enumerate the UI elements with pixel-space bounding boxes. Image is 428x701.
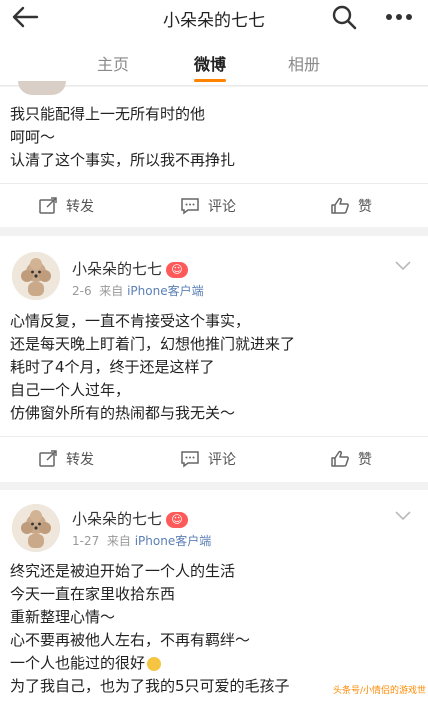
top-bar: 小朵朵的七七: [0, 0, 428, 36]
comment-icon: [181, 451, 199, 468]
thumbs-up-icon: [331, 450, 349, 467]
vip-badge-icon: ☺: [166, 511, 189, 528]
avatar[interactable]: [12, 252, 60, 300]
source-link[interactable]: iPhone客户端: [135, 534, 212, 548]
tab-album[interactable]: 相册: [288, 51, 320, 75]
source-link[interactable]: iPhone客户端: [127, 284, 204, 298]
post-card[interactable]: 我只能配得上一无所有时的他 呵呵～ 认清了这个事实，所以我不再挣扎 转发 评论 …: [0, 81, 428, 227]
like-button[interactable]: 赞: [330, 437, 372, 481]
repost-button[interactable]: 转发: [38, 437, 94, 481]
username[interactable]: 小朵朵的七七 ☺: [72, 258, 189, 279]
tab-home[interactable]: 主页: [97, 51, 129, 75]
more-icon[interactable]: [384, 6, 414, 28]
tab-weibo[interactable]: 微博: [194, 51, 226, 75]
poodle-avatar-icon: [12, 504, 60, 552]
tab-active-indicator: [194, 79, 226, 82]
like-button[interactable]: 赞: [330, 184, 372, 228]
comment-button[interactable]: 评论: [180, 184, 236, 228]
poodle-avatar-icon: [12, 252, 60, 300]
post-meta: 2-6 来自 iPhone客户端: [72, 284, 204, 298]
watermark: 头条号/小情侣的游戏世界: [328, 681, 428, 701]
avatar: [18, 81, 66, 95]
comment-button[interactable]: 评论: [180, 437, 236, 481]
post-card[interactable]: 小朵朵的七七 ☺ 1-27 来自 iPhone客户端 终究还是被迫开始了一个人的生…: [0, 490, 428, 701]
chevron-down-icon[interactable]: [394, 510, 412, 522]
post-text: 我只能配得上一无所有时的他 呵呵～ 认清了这个事实，所以我不再挣扎: [10, 105, 236, 169]
avatar[interactable]: [12, 504, 60, 552]
page-title: 小朵朵的七七: [163, 11, 265, 31]
comment-icon: [181, 198, 199, 215]
post-actions: 转发 评论 赞: [0, 436, 428, 480]
vip-badge-icon: ☺: [166, 261, 189, 278]
username[interactable]: 小朵朵的七七 ☺: [72, 508, 189, 529]
profile-tabs: 主页 微博 相册: [0, 36, 428, 86]
post-card[interactable]: 小朵朵的七七 ☺ 2-6 来自 iPhone客户端 心情反复，一直不肯接受这个事实…: [0, 236, 428, 482]
chevron-down-icon[interactable]: [394, 260, 412, 272]
repost-icon: [39, 197, 57, 214]
post-text: 心情反复，一直不肯接受这个事实， 还是每天晚上盯着门，幻想他推门就进来了 耗时了…: [10, 312, 296, 422]
post-meta: 1-27 来自 iPhone客户端: [72, 534, 212, 548]
search-icon[interactable]: [330, 3, 358, 31]
smile-emoji-icon: [147, 656, 162, 671]
thumbs-up-icon: [331, 197, 349, 214]
repost-icon: [39, 450, 57, 467]
post-text: 终究还是被迫开始了一个人的生活 今天一直在家里收拾东西 重新整理心情～ 心不要再…: [10, 562, 290, 695]
post-actions: 转发 评论 赞: [0, 183, 428, 227]
repost-button[interactable]: 转发: [38, 184, 94, 228]
